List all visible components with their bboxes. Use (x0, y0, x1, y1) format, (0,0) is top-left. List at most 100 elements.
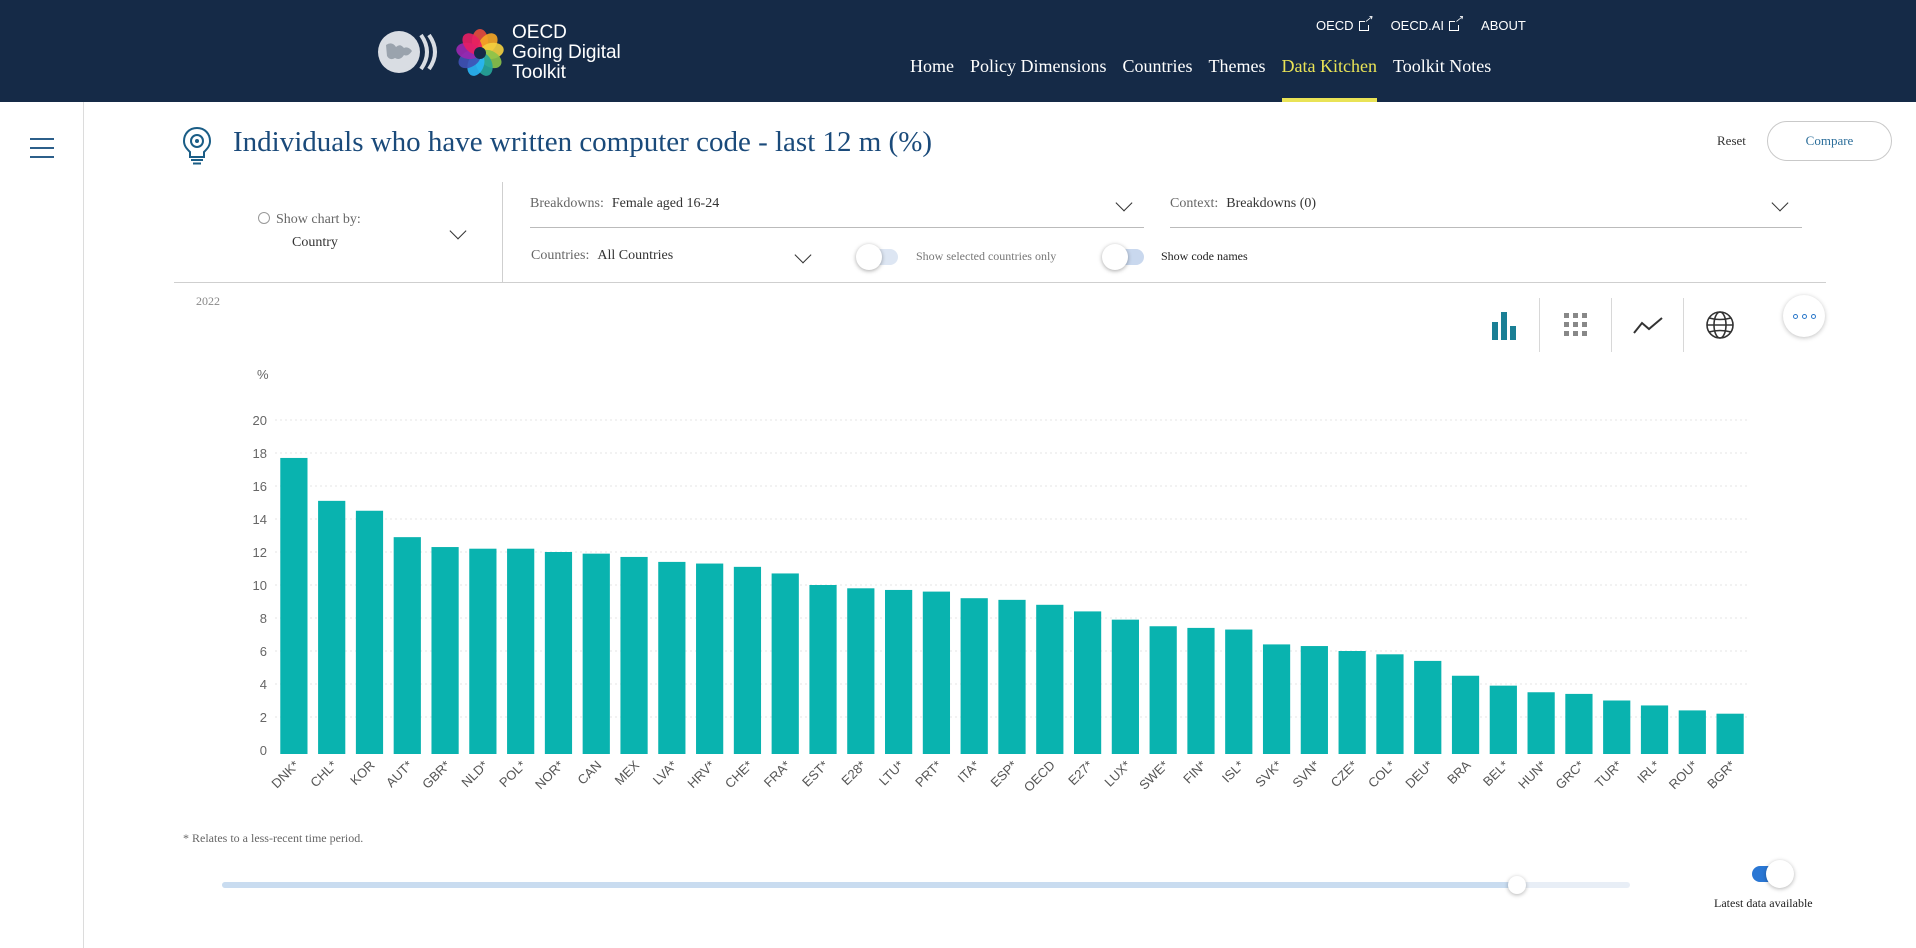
time-slider-handle[interactable] (1508, 876, 1527, 894)
show-chart-by-value: Country (292, 235, 338, 250)
time-slider[interactable] (222, 876, 1630, 894)
bar-dnk[interactable] (280, 457, 308, 754)
nav-countries[interactable]: Countries (1123, 56, 1193, 102)
external-link-icon (1449, 14, 1463, 31)
chevron-down-icon (449, 222, 467, 240)
x-tick-label: LTU* (876, 758, 907, 789)
bar-lux[interactable] (1111, 619, 1139, 754)
bar-col[interactable] (1376, 654, 1404, 754)
chevron-down-icon (1115, 194, 1133, 212)
y-tick-label: 18 (253, 446, 267, 461)
nav-toolkit-notes[interactable]: Toolkit Notes (1393, 56, 1491, 102)
controls-divider (502, 182, 503, 282)
x-tick-label: EST* (799, 758, 831, 790)
more-options-button[interactable] (1783, 295, 1825, 337)
grid-view-button[interactable] (1540, 298, 1612, 352)
bar-e28[interactable] (847, 588, 875, 754)
x-tick-label: CAN (574, 758, 604, 788)
bar-grc[interactable] (1565, 693, 1593, 754)
compare-button[interactable]: Compare (1767, 121, 1892, 161)
oecd-link-label: OECD (1316, 18, 1354, 33)
latest-data-toggle[interactable] (1752, 860, 1794, 888)
bar-hrv[interactable] (696, 563, 724, 754)
breakdowns-dropdown[interactable]: Breakdowns: Female aged 16-24 (530, 194, 1144, 228)
line-chart-view-button[interactable] (1612, 298, 1684, 352)
x-tick-label: SVK* (1252, 758, 1285, 791)
going-digital-flower-logo[interactable] (455, 28, 505, 78)
nav-policy-dimensions[interactable]: Policy Dimensions (970, 56, 1107, 102)
globe-icon (1706, 311, 1734, 339)
x-tick-label: GRC* (1552, 758, 1587, 793)
show-code-names-toggle[interactable] (1102, 244, 1144, 270)
y-tick-label: 8 (260, 611, 267, 626)
breakdowns-label: Breakdowns: (530, 196, 604, 211)
oecd-globe-logo[interactable] (378, 31, 420, 73)
bar-swe[interactable] (1149, 626, 1177, 754)
context-value: Breakdowns (0) (1226, 196, 1317, 211)
bar-deu[interactable] (1414, 660, 1442, 754)
oecd-ai-link[interactable]: OECD.AI (1391, 14, 1463, 34)
x-tick-label: LUX* (1101, 758, 1133, 790)
bar-gbr[interactable] (431, 547, 459, 754)
bar-ltu[interactable] (885, 589, 913, 754)
x-tick-label: BGR* (1704, 758, 1738, 792)
top-navigation-bar: OECD Going Digital Toolkit OECD OECD.AI … (0, 0, 1916, 102)
bar-che[interactable] (733, 566, 762, 754)
nav-home[interactable]: Home (910, 56, 954, 102)
x-tick-label: TUR* (1592, 758, 1625, 791)
bar-e27[interactable] (1073, 611, 1102, 754)
bar-esp[interactable] (998, 599, 1026, 754)
map-view-button[interactable] (1684, 298, 1756, 352)
bar-est[interactable] (809, 585, 837, 754)
left-sidebar (0, 102, 84, 948)
oecd-link[interactable]: OECD (1316, 14, 1373, 34)
x-tick-label: ROU* (1666, 758, 1701, 793)
x-tick-label: FIN* (1180, 758, 1209, 787)
bar-bel[interactable] (1489, 685, 1517, 754)
bar-oecd[interactable] (1036, 604, 1064, 754)
bar-fin[interactable] (1187, 627, 1215, 754)
bar-svk[interactable] (1262, 644, 1291, 754)
y-tick-label: 20 (253, 413, 267, 428)
bar-cze[interactable] (1338, 651, 1366, 754)
external-link-icon (1358, 14, 1373, 31)
bar-pol[interactable] (507, 548, 535, 754)
bar-chart-view-button[interactable] (1468, 298, 1540, 352)
logo-line-3: Toolkit (512, 62, 566, 83)
bar-can[interactable] (582, 553, 610, 754)
toolkit-logo-text[interactable]: OECD Going Digital Toolkit (512, 23, 621, 83)
nav-data-kitchen[interactable]: Data Kitchen (1281, 56, 1378, 102)
bar-hun[interactable] (1527, 692, 1555, 754)
x-tick-label: GBR* (419, 758, 453, 792)
bar-aut[interactable] (393, 537, 421, 754)
bar-lva[interactable] (658, 561, 686, 754)
show-chart-by-dropdown[interactable]: Show chart by: Country (258, 212, 468, 262)
bar-irl[interactable] (1640, 705, 1669, 754)
bar-svn[interactable] (1300, 646, 1328, 754)
context-label: Context: (1170, 196, 1219, 211)
countries-dropdown[interactable]: Countries: All Countries (531, 246, 813, 272)
y-tick-label: 12 (253, 545, 267, 560)
bar-ita[interactable] (960, 598, 988, 754)
context-dropdown[interactable]: Context: Breakdowns (0) (1170, 194, 1802, 228)
nav-themes[interactable]: Themes (1209, 56, 1266, 102)
bar-bgr[interactable] (1716, 713, 1744, 754)
bar-mex[interactable] (620, 556, 648, 754)
show-selected-countries-toggle[interactable] (856, 244, 898, 270)
utility-links: OECD OECD.AI ABOUT (1316, 14, 1548, 34)
bar-nor[interactable] (544, 552, 573, 754)
reset-button[interactable]: Reset (1717, 133, 1746, 149)
bar-isl[interactable] (1225, 629, 1253, 754)
bar-rou[interactable] (1678, 710, 1706, 754)
show-chart-by-label: Show chart by: (276, 212, 361, 227)
bar-tur[interactable] (1603, 700, 1631, 755)
bar-prt[interactable] (922, 591, 951, 754)
x-tick-label: NOR* (532, 758, 567, 793)
about-link[interactable]: ABOUT (1481, 18, 1526, 33)
bar-bra[interactable] (1451, 675, 1480, 754)
bar-kor[interactable] (355, 510, 384, 754)
bar-fra[interactable] (771, 573, 799, 754)
bar-nld[interactable] (469, 548, 497, 754)
bar-chl[interactable] (318, 500, 346, 754)
menu-icon[interactable] (30, 138, 54, 160)
